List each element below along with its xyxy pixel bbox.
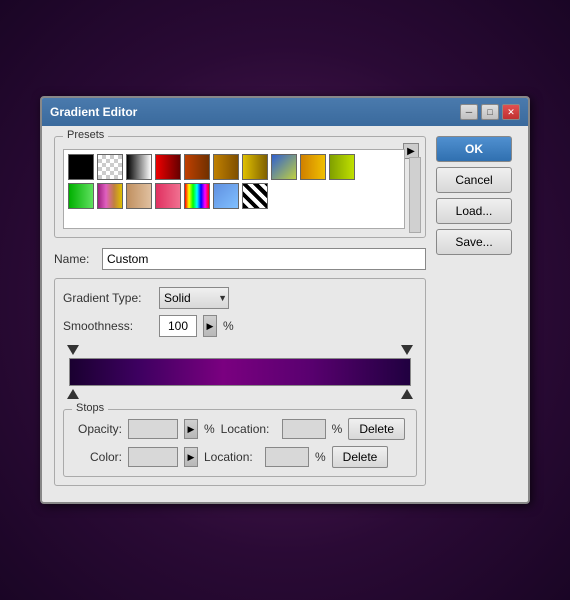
presets-wrapper	[63, 149, 405, 229]
load-button[interactable]: Load...	[436, 198, 512, 224]
location2-unit: %	[315, 450, 326, 464]
left-panel: Presets ▶	[54, 136, 426, 490]
stops-group: Stops Opacity: ▶ % Location: % Delete	[63, 409, 417, 477]
preset-12[interactable]	[97, 183, 123, 209]
smoothness-input[interactable]	[159, 315, 197, 337]
opacity-stop-row: Opacity: ▶ % Location: % Delete	[74, 418, 406, 440]
close-button[interactable]: ✕	[502, 104, 520, 120]
gradient-editor-dialog: Gradient Editor ─ □ ✕ Presets ▶	[40, 96, 530, 504]
smoothness-stepper[interactable]: ▶	[203, 315, 217, 337]
title-controls: ─ □ ✕	[460, 104, 520, 120]
name-input[interactable]	[102, 248, 426, 270]
preset-8[interactable]	[271, 154, 297, 180]
location1-unit: %	[332, 422, 343, 436]
gradient-type-label: Gradient Type:	[63, 291, 153, 305]
minimize-button[interactable]: ─	[460, 104, 478, 120]
color-stepper[interactable]: ▶	[184, 447, 198, 467]
preset-2[interactable]	[97, 154, 123, 180]
smoothness-label: Smoothness:	[63, 319, 153, 333]
stop-top-right[interactable]	[401, 343, 413, 357]
preset-5[interactable]	[184, 154, 210, 180]
gradient-type-select-wrapper: Solid Noise ▼	[159, 287, 229, 309]
preset-16[interactable]	[213, 183, 239, 209]
location1-input[interactable]	[282, 419, 326, 439]
gradient-bar-container	[63, 343, 417, 401]
maximize-button[interactable]: □	[481, 104, 499, 120]
opacity-stop-label: Opacity:	[74, 422, 122, 436]
stop-top-left[interactable]	[67, 343, 79, 357]
dialog-body: Presets ▶	[42, 126, 528, 502]
main-layout: Presets ▶	[54, 136, 516, 490]
preset-14[interactable]	[155, 183, 181, 209]
gradient-preview-bar[interactable]	[69, 358, 411, 386]
dialog-title: Gradient Editor	[50, 105, 137, 119]
preset-17[interactable]	[242, 183, 268, 209]
opacity-unit: %	[204, 422, 215, 436]
delete-opacity-button[interactable]: Delete	[348, 418, 405, 440]
preset-6[interactable]	[213, 154, 239, 180]
preset-11[interactable]	[68, 183, 94, 209]
presets-group: Presets ▶	[54, 136, 426, 238]
ok-button[interactable]: OK	[436, 136, 512, 162]
top-stops	[63, 343, 417, 357]
cancel-button[interactable]: Cancel	[436, 167, 512, 193]
save-button[interactable]: Save...	[436, 229, 512, 255]
opacity-input[interactable]	[128, 419, 178, 439]
preset-9[interactable]	[300, 154, 326, 180]
presets-row-2	[68, 183, 400, 209]
preset-3[interactable]	[126, 154, 152, 180]
presets-scrollbar[interactable]	[409, 157, 421, 233]
right-panel: OK Cancel Load... Save...	[436, 136, 516, 490]
color-stop-row: Color: ▶ Location: % Delete	[74, 446, 406, 468]
stop-bottom-left[interactable]	[67, 387, 79, 401]
name-row: Name:	[54, 248, 426, 270]
presets-row-1	[68, 154, 400, 180]
location2-input[interactable]	[265, 447, 309, 467]
gradient-settings: Gradient Type: Solid Noise ▼ Smoothness:	[54, 278, 426, 486]
stops-group-label: Stops	[72, 402, 108, 414]
presets-label: Presets	[63, 129, 108, 141]
delete-color-button[interactable]: Delete	[332, 446, 389, 468]
preset-13[interactable]	[126, 183, 152, 209]
preset-15[interactable]	[184, 183, 210, 209]
stop-bottom-right[interactable]	[401, 387, 413, 401]
opacity-stepper[interactable]: ▶	[184, 419, 198, 439]
preset-7[interactable]	[242, 154, 268, 180]
location2-label: Location:	[204, 450, 259, 464]
preset-1[interactable]	[68, 154, 94, 180]
preset-10[interactable]	[329, 154, 355, 180]
smoothness-row: Smoothness: ▶ %	[63, 315, 417, 337]
color-stop-label: Color:	[74, 450, 122, 464]
title-bar: Gradient Editor ─ □ ✕	[42, 98, 528, 126]
color-input[interactable]	[128, 447, 178, 467]
gradient-type-select[interactable]: Solid Noise	[159, 287, 229, 309]
location1-label: Location:	[221, 422, 276, 436]
name-field-label: Name:	[54, 252, 94, 266]
smoothness-unit: %	[223, 319, 234, 333]
preset-4[interactable]	[155, 154, 181, 180]
presets-grid	[68, 154, 400, 209]
gradient-type-row: Gradient Type: Solid Noise ▼	[63, 287, 417, 309]
bottom-stops	[63, 387, 417, 401]
